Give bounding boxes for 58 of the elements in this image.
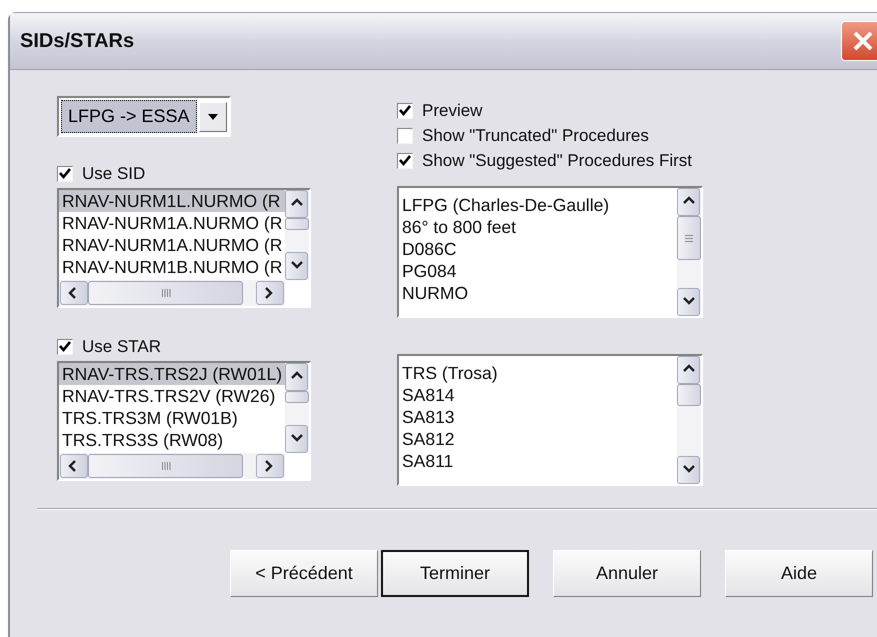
scroll-down-button[interactable] bbox=[677, 288, 700, 316]
list-item[interactable]: PG084 bbox=[399, 260, 677, 282]
list-item[interactable]: D086C bbox=[399, 238, 677, 260]
list-item[interactable]: RNAV-NURM1B.NURMO (R bbox=[59, 256, 286, 278]
list-item[interactable]: SA811 bbox=[399, 450, 677, 472]
list-item[interactable]: RNAV-NURM1A.NURMO (R bbox=[59, 212, 286, 234]
checkbox[interactable] bbox=[397, 152, 413, 168]
scroll-down-button[interactable] bbox=[677, 456, 700, 484]
grip-icon bbox=[684, 234, 694, 242]
list-item[interactable]: RNAV-TRS.TRS2J (RW01L) bbox=[59, 363, 286, 385]
list-item[interactable]: 86° to 800 feet bbox=[399, 216, 677, 238]
list-item[interactable]: RNAV-NURM1L.NURMO (R bbox=[59, 190, 286, 212]
close-icon bbox=[852, 30, 874, 52]
list-item[interactable]: TRS (Trosa) bbox=[399, 362, 677, 384]
scrollbar-thumb[interactable] bbox=[285, 218, 310, 230]
list-item[interactable]: TRS.TRS3M (RW01B) bbox=[59, 407, 286, 429]
list-item[interactable]: SA812 bbox=[399, 428, 677, 450]
list-item[interactable]: SA813 bbox=[399, 406, 677, 428]
scroll-down-button[interactable] bbox=[285, 425, 308, 453]
checkbox-label: Use SID bbox=[82, 162, 146, 185]
checkbox[interactable] bbox=[57, 338, 73, 354]
scroll-up-button[interactable] bbox=[677, 356, 700, 384]
dropdown-arrow-icon bbox=[206, 112, 219, 120]
list-item[interactable]: SA814 bbox=[399, 384, 677, 406]
checkbox-label: Show "Truncated" Procedures bbox=[422, 124, 649, 147]
checkbox[interactable] bbox=[57, 166, 73, 182]
checkbox-label: Use STAR bbox=[82, 336, 162, 358]
window-title: SIDs/STARs bbox=[20, 29, 134, 54]
list-item[interactable]: LFPG (Charles-De-Gaulle) bbox=[399, 194, 677, 216]
dialog-button[interactable]: Terminer bbox=[381, 550, 529, 597]
scroll-right-button[interactable] bbox=[256, 454, 284, 478]
checkbox[interactable] bbox=[397, 102, 413, 118]
scrollbar-thumb[interactable] bbox=[88, 454, 243, 478]
dialog-button[interactable]: Annuler bbox=[553, 550, 701, 597]
checkbox-label: Show "Suggested" Procedures First bbox=[422, 150, 692, 172]
checkbox[interactable] bbox=[397, 128, 413, 144]
dialog-button[interactable]: Aide bbox=[725, 550, 873, 597]
scroll-up-button[interactable] bbox=[285, 190, 308, 218]
scroll-left-button[interactable] bbox=[60, 281, 88, 305]
scrollbar-thumb[interactable] bbox=[677, 384, 701, 406]
scroll-left-button[interactable] bbox=[60, 454, 88, 478]
grip-icon bbox=[160, 461, 170, 471]
scroll-down-button[interactable] bbox=[285, 252, 308, 280]
grip-icon bbox=[160, 288, 170, 298]
list-item[interactable]: RNAV-TRS.TRS2V (RW26) bbox=[59, 385, 286, 407]
close-button[interactable] bbox=[841, 21, 877, 61]
checkbox-label: Preview bbox=[422, 100, 482, 122]
route-dropdown[interactable]: LFPG -> ESSA bbox=[57, 96, 231, 137]
list-item[interactable]: TRS.TRS3S (RW08) bbox=[59, 429, 286, 451]
list-item[interactable]: NURMO bbox=[399, 282, 677, 304]
scroll-up-button[interactable] bbox=[285, 363, 308, 391]
scrollbar-thumb[interactable] bbox=[285, 391, 310, 403]
scrollbar-thumb[interactable] bbox=[88, 281, 243, 305]
scroll-right-button[interactable] bbox=[256, 281, 284, 305]
list-item[interactable]: RNAV-NURM1A.NURMO (R bbox=[59, 234, 286, 256]
scroll-up-button[interactable] bbox=[677, 188, 700, 216]
dialog-button[interactable]: < Précédent bbox=[230, 550, 378, 597]
scrollbar-thumb[interactable] bbox=[677, 216, 701, 260]
